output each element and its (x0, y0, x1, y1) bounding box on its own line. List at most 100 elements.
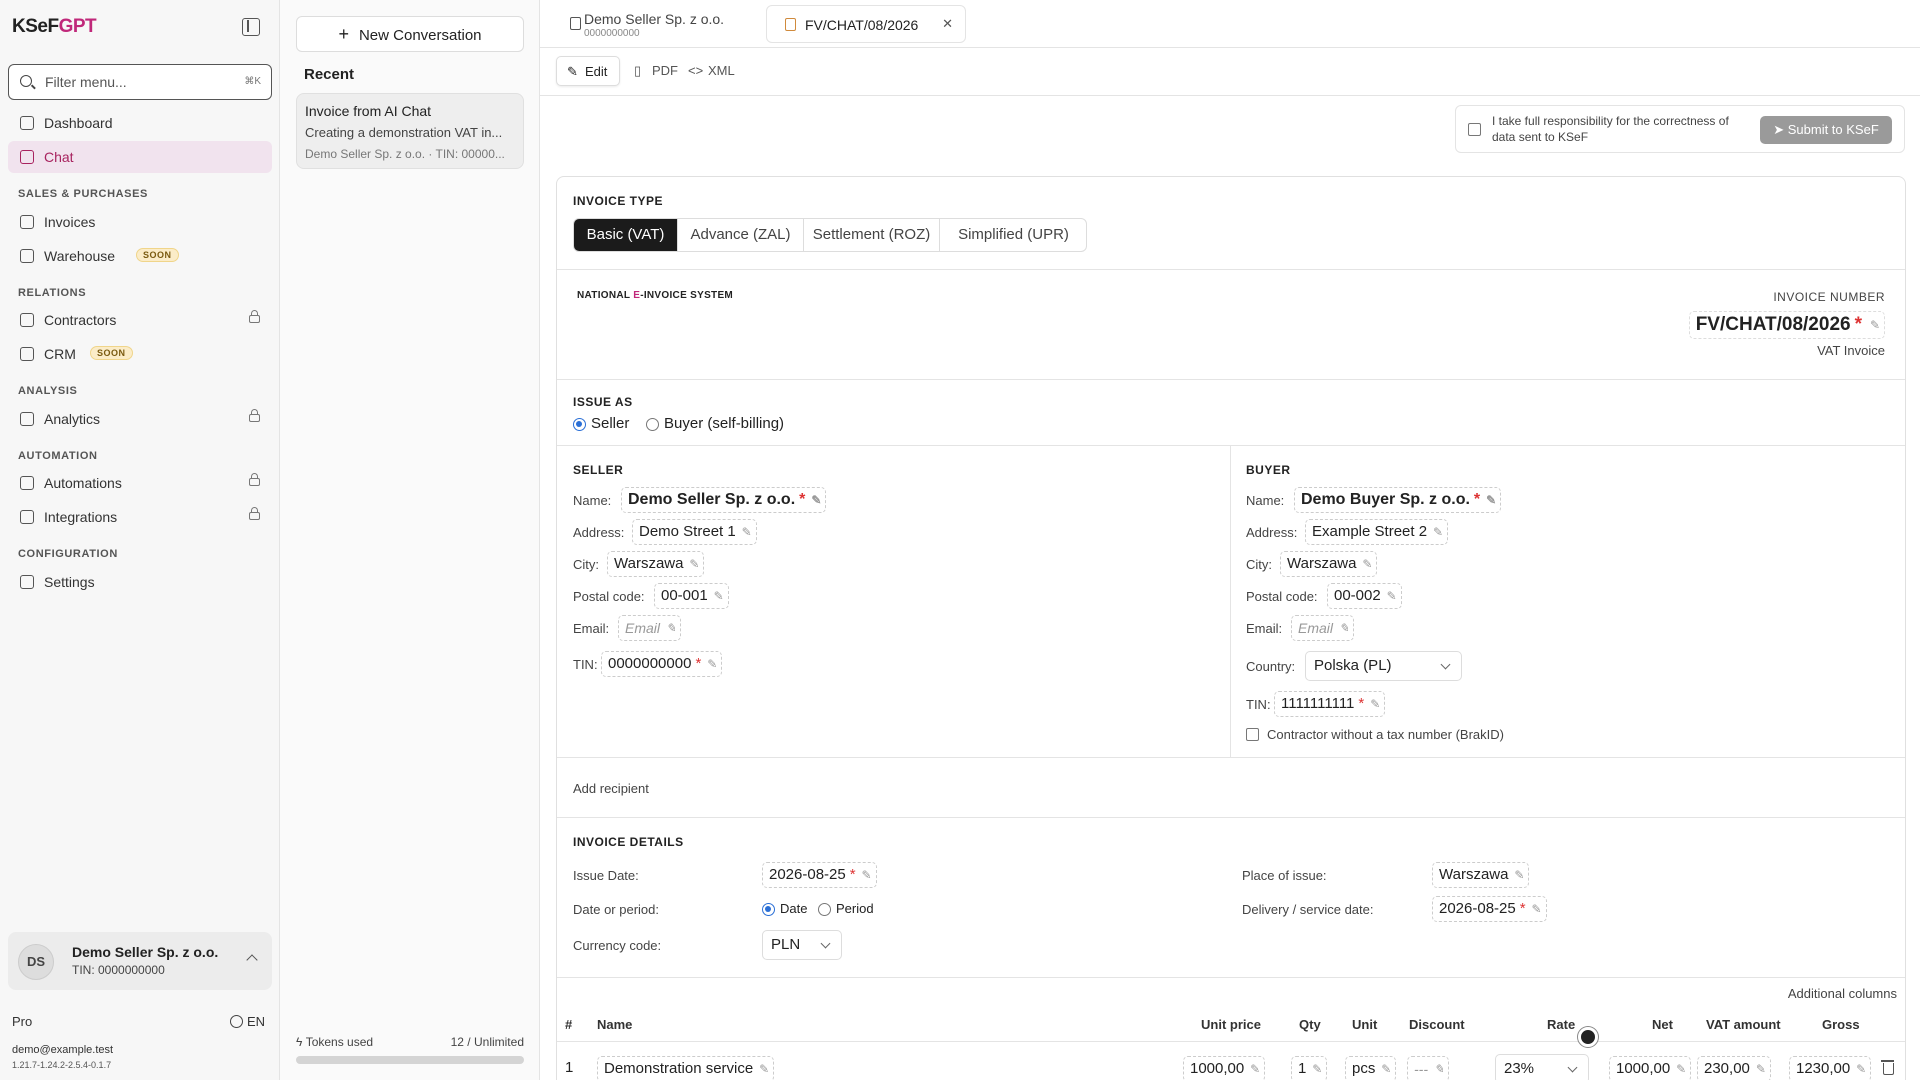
file-icon: ▯ (634, 63, 642, 78)
buyer-tin-field[interactable]: 1111111111 * (1274, 691, 1386, 717)
seller-tin-field[interactable]: 0000000000 * (601, 651, 723, 677)
delivery-label: Delivery / service date: (1242, 902, 1374, 917)
sidebar-item-chat[interactable]: Chat (8, 141, 272, 173)
sidebar-item-settings[interactable]: Settings (8, 566, 272, 598)
buyer-email-field[interactable]: Email (1291, 615, 1355, 641)
tokens-usage: ϟ Tokens used 12 / Unlimited (296, 1035, 524, 1049)
workflow-icon (20, 476, 34, 490)
seller-email-field[interactable]: Email (618, 615, 682, 641)
add-recipient-link[interactable]: Add recipient (573, 781, 649, 796)
recent-heading: Recent (304, 66, 355, 83)
sidebar-collapse-icon[interactable] (242, 18, 260, 36)
item-rate-select[interactable]: 23% (1495, 1054, 1589, 1080)
responsibility-checkbox[interactable] (1468, 123, 1481, 136)
mode-pdf-button[interactable]: ▯ PDF (624, 56, 680, 86)
item-unit-field[interactable]: pcs (1345, 1056, 1397, 1080)
currency-label: Currency code: (573, 938, 662, 953)
bolt-icon: ϟ (296, 1035, 303, 1049)
ksef-logo: NATIONAL E-INVOICE SYSTEM (577, 290, 734, 301)
buyer-heading: BUYER (1246, 463, 1291, 477)
item-net-field[interactable]: 1000,00 (1609, 1056, 1692, 1080)
account-switcher[interactable]: DS Demo Seller Sp. z o.o. TIN: 000000000… (8, 932, 272, 990)
invoice-number-label: INVOICE NUMBER (1773, 290, 1885, 304)
no-tax-number-checkbox[interactable] (1246, 728, 1259, 741)
user-email: demo@example.test (12, 1044, 114, 1056)
buyer-tin-label: TIN: (1246, 697, 1271, 712)
divider (557, 379, 1905, 380)
submit-ksef-button[interactable]: ➤ Submit to KSeF (1760, 116, 1892, 144)
seller-city-label: City: (573, 557, 599, 572)
col-discount: Discount (1409, 1017, 1465, 1032)
invoice-type-selector: Basic (VAT) Advance (ZAL) Settlement (RO… (573, 218, 1087, 252)
invoice-number-field[interactable]: FV/CHAT/08/2026 * ✎ (1688, 311, 1885, 339)
divider (557, 445, 1905, 446)
new-conversation-button[interactable]: + New Conversation (296, 16, 524, 52)
buyer-postal-field[interactable]: 00-002 (1327, 583, 1402, 609)
buyer-name-field[interactable]: Demo Buyer Sp. z o.o. * (1294, 487, 1502, 513)
mode-xml-button[interactable]: <> XML (680, 56, 742, 86)
col-qty: Qty (1299, 1017, 1321, 1032)
tab-company[interactable]: Demo Seller Sp. z o.o. 0000000000 (552, 5, 732, 43)
currency-select[interactable]: PLN (762, 930, 842, 960)
period-radio-label: Period (836, 901, 874, 916)
trash-icon[interactable] (1881, 1060, 1894, 1075)
issue-seller-radio[interactable] (573, 418, 586, 431)
place-field[interactable]: Warszawa (1432, 862, 1530, 888)
item-name-field[interactable]: Demonstration service (597, 1056, 775, 1080)
item-gross-field[interactable]: 1230,00 (1789, 1056, 1872, 1080)
period-radio[interactable] (818, 903, 831, 916)
divider (557, 977, 1905, 978)
issue-date-field[interactable]: 2026-08-25 * (762, 862, 877, 888)
buyer-country-select[interactable]: Polska (PL) (1305, 651, 1462, 681)
language-switcher[interactable]: EN (230, 1014, 265, 1029)
type-advance-option[interactable]: Advance (ZAL) (678, 219, 804, 251)
delivery-field[interactable]: 2026-08-25 * (1432, 896, 1547, 922)
conversation-item[interactable]: Invoice from AI Chat Creating a demonstr… (296, 93, 524, 169)
place-label: Place of issue: (1242, 868, 1327, 883)
seller-postal-field[interactable]: 00-001 (654, 583, 729, 609)
seller-city-field[interactable]: Warszawa (607, 551, 705, 577)
type-basic-option[interactable]: Basic (VAT) (574, 219, 678, 251)
date-radio[interactable] (762, 903, 775, 916)
code-icon: <> (688, 63, 704, 78)
type-simplified-option[interactable]: Simplified (UPR) (940, 219, 1086, 251)
sidebar-item-warehouse[interactable]: Warehouse SOON (8, 240, 272, 272)
item-discount-field[interactable]: --- (1407, 1056, 1449, 1080)
additional-columns-button[interactable]: Additional columns (1788, 986, 1897, 1001)
item-price-field[interactable]: 1000,00 (1183, 1056, 1266, 1080)
close-icon[interactable]: ✕ (942, 16, 953, 32)
invoice-kind: VAT Invoice (1817, 343, 1885, 358)
invoice-form: INVOICE TYPE Basic (VAT) Advance (ZAL) S… (556, 176, 1906, 1080)
seller-tin-label: TIN: (573, 657, 598, 672)
sidebar-item-dashboard[interactable]: Dashboard (8, 107, 272, 139)
send-icon: ➤ (1773, 122, 1785, 137)
sidebar-item-crm[interactable]: CRM SOON (8, 338, 272, 370)
submit-panel: I take full responsibility for the corre… (1455, 105, 1905, 153)
col-unit: Unit (1352, 1017, 1378, 1032)
tokens-value: 12 / Unlimited (450, 1035, 524, 1049)
seller-postal-label: Postal code: (573, 589, 645, 604)
conversations-panel: + New Conversation Recent Invoice from AI… (280, 0, 540, 1080)
item-qty-field[interactable]: 1 (1291, 1056, 1328, 1080)
pencil-icon: ✎ (1869, 318, 1880, 332)
issue-buyer-radio[interactable] (646, 418, 659, 431)
seller-address-field[interactable]: Demo Street 1 (632, 519, 757, 545)
sidebar-item-integrations[interactable]: Integrations (8, 501, 272, 533)
section-automation: AUTOMATION (18, 450, 98, 462)
sidebar-item-invoices[interactable]: Invoices (8, 206, 272, 238)
type-settlement-option[interactable]: Settlement (ROZ) (804, 219, 940, 251)
sidebar-item-contractors[interactable]: Contractors (8, 304, 272, 336)
seller-name-field[interactable]: Demo Seller Sp. z o.o. * (621, 487, 827, 513)
app-logo[interactable]: KSeFGPT (12, 16, 97, 38)
divider (557, 757, 1905, 758)
sidebar-item-analytics[interactable]: Analytics (8, 403, 272, 435)
buyer-address-field[interactable]: Example Street 2 (1305, 519, 1449, 545)
filter-menu-input[interactable]: Filter menu... ⌘K (8, 64, 272, 100)
sidebar-item-automations[interactable]: Automations (8, 467, 272, 499)
row-number: 1 (565, 1059, 574, 1076)
divider (557, 269, 1905, 270)
mode-edit-button[interactable]: ✎ Edit (556, 56, 620, 86)
tab-invoice[interactable]: FV/CHAT/08/2026 ✕ (766, 5, 966, 43)
item-vat-field[interactable]: 230,00 (1697, 1056, 1771, 1080)
buyer-city-field[interactable]: Warszawa (1280, 551, 1378, 577)
